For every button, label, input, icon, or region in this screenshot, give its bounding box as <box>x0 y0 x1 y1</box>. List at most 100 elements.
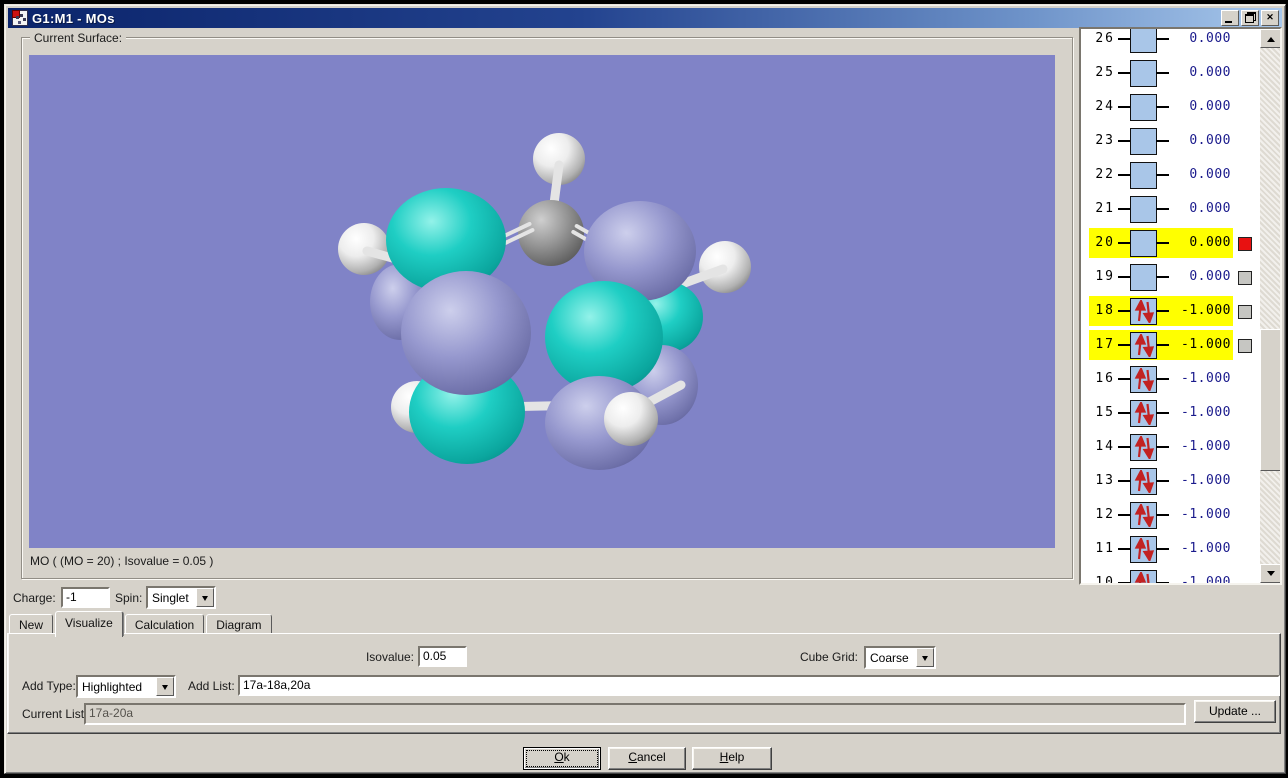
mo-number: 20 <box>1089 235 1115 250</box>
mo-orbital-box[interactable] <box>1130 128 1157 155</box>
current-list-label: Current List: <box>22 707 87 721</box>
scroll-up-button[interactable] <box>1260 29 1282 48</box>
isovalue-label: Isovalue: <box>308 650 414 664</box>
mo-orbital-box[interactable] <box>1130 366 1157 393</box>
cube-grid-select[interactable]: Coarse <box>864 646 936 669</box>
mo-row-22[interactable]: 220.000 <box>1089 160 1233 190</box>
mo-row-24[interactable]: 24 0.000 <box>1089 92 1233 122</box>
mo-orbital-box[interactable] <box>1130 536 1157 563</box>
ok-button[interactable]: Ok <box>523 747 601 770</box>
mo-orbital-box[interactable] <box>1130 502 1157 529</box>
mo-energy: -1.000 <box>1181 541 1231 556</box>
mo-orbital-box[interactable] <box>1130 29 1157 53</box>
mo-row-13[interactable]: 13-1.000 <box>1089 466 1233 496</box>
mo-number: 17 <box>1089 337 1115 352</box>
charge-input[interactable]: -1 <box>61 587 110 608</box>
mo-row-20[interactable]: 20 0.000 <box>1089 228 1233 258</box>
mo-visibility-checkbox-17[interactable] <box>1238 339 1252 353</box>
mo-row-16[interactable]: 16-1.000 <box>1089 364 1233 394</box>
mo-orbital-box[interactable] <box>1130 60 1157 87</box>
add-type-select[interactable]: Highlighted <box>76 675 176 698</box>
mo-orbital-box[interactable] <box>1130 162 1157 189</box>
molecule-3d-render[interactable] <box>29 55 1055 548</box>
mo-orbital-box[interactable] <box>1130 94 1157 121</box>
mo-row-21[interactable]: 21 0.000 <box>1089 194 1233 224</box>
visualize-panel: Isovalue: 0.05 Cube Grid: Coarse Add Typ… <box>7 633 1281 734</box>
scroll-down-button[interactable] <box>1260 564 1282 583</box>
tab-visualize[interactable]: Visualize <box>55 611 123 637</box>
restore-button[interactable] <box>1241 10 1259 26</box>
mo-orbital-box[interactable] <box>1130 570 1157 583</box>
cube-grid-label: Cube Grid: <box>698 650 858 664</box>
mo-number: 14 <box>1089 439 1115 454</box>
mo-number: 23 <box>1089 133 1115 148</box>
screen: G1:M1 - MOs ✕ Current Surface: MO ( (MO … <box>0 0 1288 778</box>
mo-row-25[interactable]: 250.000 <box>1089 58 1233 88</box>
mo-number: 24 <box>1089 99 1115 114</box>
mo-row-18[interactable]: 18-1.000 <box>1089 296 1233 326</box>
mo-row-15[interactable]: 15-1.000 <box>1089 398 1233 428</box>
add-list-input[interactable]: 17a-18a,20a <box>238 675 1280 696</box>
mo-list-scrollbar[interactable] <box>1260 29 1280 583</box>
mo-number: 21 <box>1089 201 1115 216</box>
mo-row-14[interactable]: 14-1.000 <box>1089 432 1233 462</box>
mo-list: 260.000250.000240.000230.000220.000210.0… <box>1079 27 1282 585</box>
mo-number: 19 <box>1089 269 1115 284</box>
mo-row-12[interactable]: 12-1.000 <box>1089 500 1233 530</box>
mo-orbital-box[interactable] <box>1130 230 1157 257</box>
mo-energy: -1.000 <box>1181 473 1231 488</box>
close-icon: ✕ <box>1266 12 1274 22</box>
title-bar[interactable]: G1:M1 - MOs ✕ <box>8 8 1282 28</box>
mo-row-19[interactable]: 190.000 <box>1089 262 1233 292</box>
mo-row-17[interactable]: 17 -1.000 <box>1089 330 1233 360</box>
mo-row-11[interactable]: 11 -1.000 <box>1089 534 1233 564</box>
add-list-label: Add List: <box>188 679 235 693</box>
mo-number: 11 <box>1089 541 1115 556</box>
mo-orbital-box[interactable] <box>1130 332 1157 359</box>
spin-select[interactable]: Singlet <box>146 586 216 609</box>
app-icon <box>12 10 28 26</box>
update-button[interactable]: Update ... <box>1194 700 1276 723</box>
mo-visibility-checkbox-19[interactable] <box>1238 271 1252 285</box>
mo-row-26[interactable]: 260.000 <box>1089 29 1233 54</box>
cube-grid-dropdown-button[interactable] <box>916 648 934 667</box>
orbital-lobe-positive[interactable] <box>545 281 663 393</box>
mo-visibility-checkbox-20[interactable] <box>1238 237 1252 251</box>
mo-orbital-box[interactable] <box>1130 196 1157 223</box>
mo-energy: 0.000 <box>1189 201 1231 216</box>
add-type-label: Add Type: <box>22 679 76 693</box>
mo-energy: -1.000 <box>1181 575 1231 583</box>
spin-value: Singlet <box>148 590 196 606</box>
mo-energy: -1.000 <box>1181 337 1231 352</box>
orbital-lobe-negative[interactable] <box>401 271 531 395</box>
mo-rows: 260.000250.000240.000230.000220.000210.0… <box>1081 29 1258 583</box>
current-surface-label: Current Surface: <box>30 31 126 45</box>
hydrogen-atom[interactable] <box>604 392 658 446</box>
spin-dropdown-button[interactable] <box>196 588 214 607</box>
mo-row-23[interactable]: 230.000 <box>1089 126 1233 156</box>
mo-row-10[interactable]: 10-1.000 <box>1089 568 1233 583</box>
add-type-dropdown-button[interactable] <box>156 677 174 696</box>
scrollbar-thumb[interactable] <box>1260 329 1282 471</box>
chevron-down-icon <box>162 685 168 693</box>
mo-energy: 0.000 <box>1189 235 1231 250</box>
current-surface-group: Current Surface: MO ( (MO = 20) ; Isoval… <box>21 37 1073 579</box>
cancel-button[interactable]: Cancel <box>608 747 686 770</box>
mo-orbital-box[interactable] <box>1130 264 1157 291</box>
mo-energy: 0.000 <box>1189 99 1231 114</box>
mo-orbital-box[interactable] <box>1130 434 1157 461</box>
isovalue-input[interactable]: 0.05 <box>418 646 467 667</box>
mo-visibility-checkbox-18[interactable] <box>1238 305 1252 319</box>
mo-number: 15 <box>1089 405 1115 420</box>
molecule-viewport[interactable] <box>29 55 1055 548</box>
mo-orbital-box[interactable] <box>1130 400 1157 427</box>
mo-orbital-box[interactable] <box>1130 298 1157 325</box>
minimize-button[interactable] <box>1221 10 1239 26</box>
cube-grid-value: Coarse <box>866 650 916 666</box>
mo-number: 18 <box>1089 303 1115 318</box>
minimize-icon <box>1225 21 1232 23</box>
add-type-value: Highlighted <box>78 679 156 695</box>
close-button[interactable]: ✕ <box>1261 10 1279 26</box>
help-button[interactable]: Help <box>692 747 772 770</box>
mo-orbital-box[interactable] <box>1130 468 1157 495</box>
